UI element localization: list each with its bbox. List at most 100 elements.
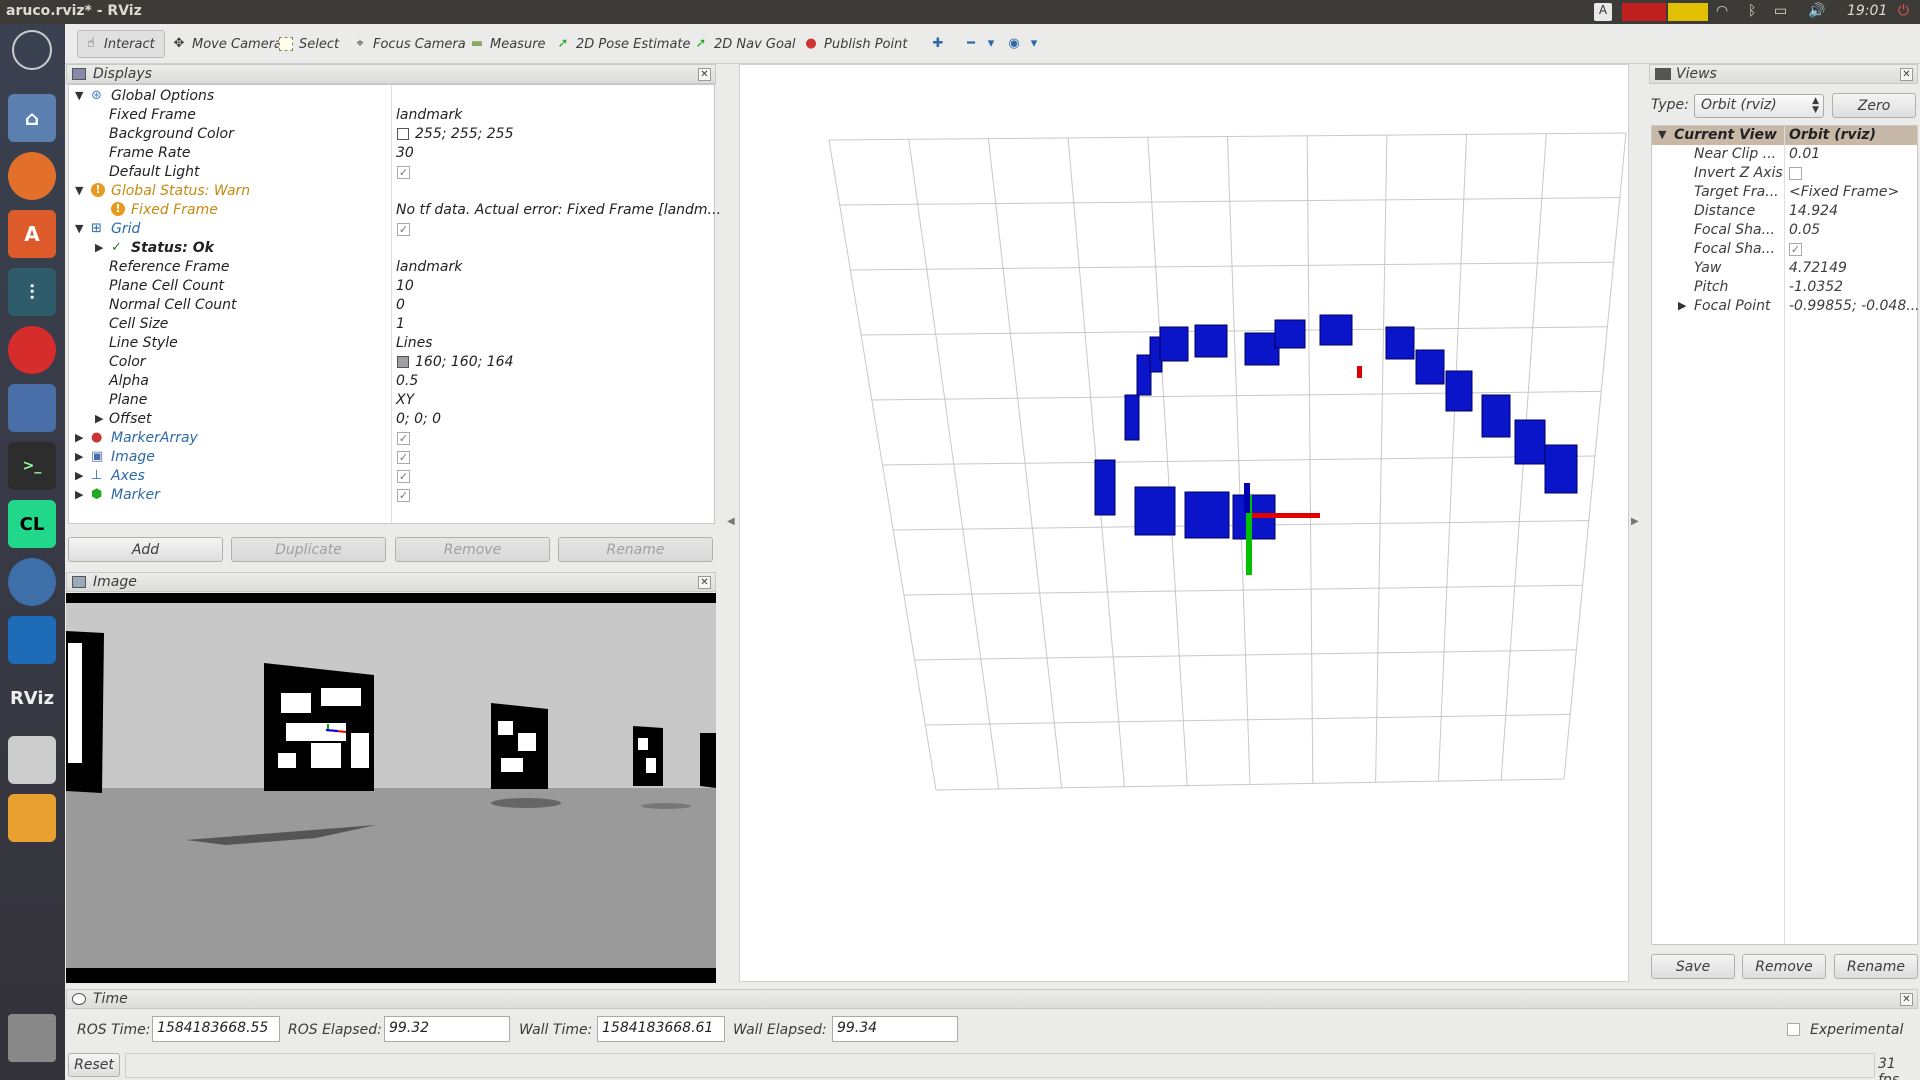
close-icon[interactable]: ✕ bbox=[698, 576, 711, 589]
display-row[interactable]: ▶ ✓ Status: Ok bbox=[69, 239, 714, 258]
wall-time-field[interactable]: 1584183668.61 bbox=[597, 1016, 725, 1042]
display-row-value[interactable]: 0 bbox=[396, 297, 405, 313]
display-row[interactable]: ▶ ⊥ Axes ✓ bbox=[69, 467, 714, 486]
display-row-value[interactable]: XY bbox=[396, 392, 414, 408]
display-row-value[interactable]: 160; 160; 164 bbox=[415, 354, 514, 370]
close-icon[interactable]: ✕ bbox=[1900, 68, 1913, 81]
wifi-icon[interactable]: ◠ bbox=[1716, 3, 1728, 21]
expand-closed-icon[interactable]: ▶ bbox=[75, 450, 83, 463]
memory-monitor-icon[interactable] bbox=[1668, 3, 1708, 21]
display-row-value[interactable]: 30 bbox=[396, 145, 414, 161]
collapse-left-arrow-icon[interactable]: ◀ bbox=[727, 516, 735, 527]
display-row-value[interactable]: landmark bbox=[396, 259, 462, 275]
software-center-icon[interactable]: A bbox=[8, 210, 56, 258]
rename-display-button[interactable]: Rename bbox=[558, 537, 713, 562]
collapse-right-arrow-icon[interactable]: ▶ bbox=[1631, 516, 1639, 527]
add-tool-button[interactable]: ✚ bbox=[925, 30, 951, 58]
remove-view-button[interactable]: Remove bbox=[1742, 954, 1826, 979]
display-row-value[interactable]: 255; 255; 255 bbox=[415, 126, 514, 142]
expand-closed-icon[interactable]: ▶ bbox=[75, 488, 83, 501]
view-property-value[interactable]: 0.05 bbox=[1789, 222, 1820, 238]
save-view-button[interactable]: Save bbox=[1651, 954, 1735, 979]
expand-closed-icon[interactable]: ▶ bbox=[1678, 299, 1686, 312]
publish-point-tool[interactable]: ● Publish Point bbox=[798, 30, 913, 58]
display-row-value[interactable]: landmark bbox=[396, 107, 462, 123]
experimental-checkbox[interactable] bbox=[1787, 1023, 1800, 1036]
expand-closed-icon[interactable]: ▶ bbox=[75, 431, 83, 444]
camera-type-button[interactable]: ◉ ▾ bbox=[1001, 30, 1047, 58]
drive-icon[interactable] bbox=[8, 736, 56, 784]
property-checkbox[interactable] bbox=[1789, 167, 1802, 180]
enabled-checkbox[interactable]: ✓ bbox=[397, 489, 410, 502]
close-icon[interactable]: ✕ bbox=[698, 68, 711, 81]
view-property-value[interactable]: 14.924 bbox=[1789, 203, 1838, 219]
netease-music-icon[interactable] bbox=[8, 326, 56, 374]
expand-open-icon[interactable]: ▼ bbox=[75, 89, 83, 102]
display-row-value[interactable]: 10 bbox=[396, 278, 414, 294]
enabled-checkbox[interactable]: ✓ bbox=[397, 470, 410, 483]
view-property-value[interactable]: -0.99855; -0.048... bbox=[1789, 298, 1920, 314]
color-swatch[interactable] bbox=[397, 356, 409, 368]
view-property-row[interactable]: Yaw 4.72149 bbox=[1652, 259, 1917, 278]
expand-closed-icon[interactable]: ▶ bbox=[95, 241, 103, 254]
ros-elapsed-field[interactable]: 99.32 bbox=[384, 1016, 510, 1042]
ros-time-field[interactable]: 1584183668.55 bbox=[152, 1016, 280, 1042]
display-row[interactable]: ! Fixed Frame No tf data. Actual error: Fi… bbox=[69, 201, 721, 220]
interact-tool[interactable]: ☝ Interact bbox=[77, 30, 165, 58]
pose-estimate-tool[interactable]: ➚ 2D Pose Estimate bbox=[550, 30, 697, 58]
display-row[interactable]: ▶ ⬢ Marker ✓ bbox=[69, 486, 714, 505]
view-property-row[interactable]: Focal Sha... ✓ bbox=[1652, 240, 1917, 259]
firefox-icon[interactable] bbox=[8, 152, 56, 200]
view-property-value[interactable]: -1.0352 bbox=[1789, 279, 1843, 295]
view-property-row[interactable]: Focal Sha... 0.05 bbox=[1652, 221, 1917, 240]
display-row[interactable]: Alpha 0.5 bbox=[69, 372, 714, 391]
enabled-checkbox[interactable]: ✓ bbox=[397, 432, 410, 445]
view-property-row[interactable]: Target Fra... <Fixed Frame> bbox=[1652, 183, 1917, 202]
vscode-icon[interactable] bbox=[8, 616, 56, 664]
expand-open-icon[interactable]: ▼ bbox=[75, 184, 83, 197]
display-row[interactable]: ▼ ⊛ Global Options bbox=[69, 87, 714, 106]
remove-display-button[interactable]: Remove bbox=[395, 537, 550, 562]
view-property-value[interactable]: <Fixed Frame> bbox=[1789, 184, 1899, 200]
display-row-value[interactable]: No tf data. Actual error: Fixed Frame [l… bbox=[396, 202, 721, 218]
close-icon[interactable]: ✕ bbox=[1900, 993, 1913, 1006]
display-row[interactable]: ▶ ● MarkerArray ✓ bbox=[69, 429, 714, 448]
display-row-value[interactable]: 1 bbox=[396, 316, 405, 332]
remove-tool-button[interactable]: ━ ▾ bbox=[958, 30, 1004, 58]
duplicate-display-button[interactable]: Duplicate bbox=[231, 537, 386, 562]
display-row[interactable]: Reference Frame landmark bbox=[69, 258, 714, 277]
clock[interactable]: 19:01 bbox=[1847, 3, 1887, 21]
display-row[interactable]: ▶ ▣ Image ✓ bbox=[69, 448, 714, 467]
display-row[interactable]: ▼! Global Status: Warn bbox=[69, 182, 714, 201]
display-row[interactable]: ▶ Offset 0; 0; 0 bbox=[69, 410, 714, 429]
measure-tool[interactable]: ▬ Measure bbox=[464, 30, 552, 58]
battery-icon[interactable]: ▭ bbox=[1774, 3, 1787, 21]
display-row[interactable]: ▼ ⊞ Grid ✓ bbox=[69, 220, 714, 239]
rviz-icon[interactable]: RViz bbox=[8, 674, 56, 722]
enabled-checkbox[interactable]: ✓ bbox=[397, 223, 410, 236]
power-icon[interactable]: ⏻ bbox=[1898, 3, 1909, 21]
display-row[interactable]: Fixed Frame landmark bbox=[69, 106, 714, 125]
view-property-row[interactable]: Invert Z Axis bbox=[1652, 164, 1917, 183]
reset-button[interactable]: Reset bbox=[68, 1053, 120, 1077]
settings-icon[interactable]: ⫶ bbox=[8, 268, 56, 316]
enabled-checkbox[interactable]: ✓ bbox=[397, 451, 410, 464]
usb-drive-icon[interactable] bbox=[8, 794, 56, 842]
move-camera-tool[interactable]: ✥ Move Camera bbox=[166, 30, 288, 58]
display-row-value[interactable]: Lines bbox=[396, 335, 432, 351]
view-type-select[interactable]: Orbit (rviz) ▲ ▼ bbox=[1694, 94, 1824, 118]
display-row[interactable]: Frame Rate 30 bbox=[69, 144, 714, 163]
expand-open-icon[interactable]: ▼ bbox=[1658, 128, 1666, 141]
color-swatch[interactable] bbox=[397, 128, 409, 140]
display-row[interactable]: Plane Cell Count 10 bbox=[69, 277, 714, 296]
trash-icon[interactable] bbox=[8, 1014, 56, 1062]
app-icon[interactable] bbox=[8, 384, 56, 432]
display-row[interactable]: Cell Size 1 bbox=[69, 315, 714, 334]
files-icon[interactable]: ⌂ bbox=[8, 94, 56, 142]
display-row[interactable]: Line Style Lines bbox=[69, 334, 714, 353]
view-property-row[interactable]: ▶ Focal Point -0.99855; -0.048... bbox=[1652, 297, 1920, 316]
focus-camera-tool[interactable]: ⌖ Focus Camera bbox=[347, 30, 472, 58]
display-row[interactable]: Color 160; 160; 164 bbox=[69, 353, 714, 372]
display-row-value[interactable]: 0; 0; 0 bbox=[396, 411, 441, 427]
display-row[interactable]: Default Light ✓ bbox=[69, 163, 714, 182]
